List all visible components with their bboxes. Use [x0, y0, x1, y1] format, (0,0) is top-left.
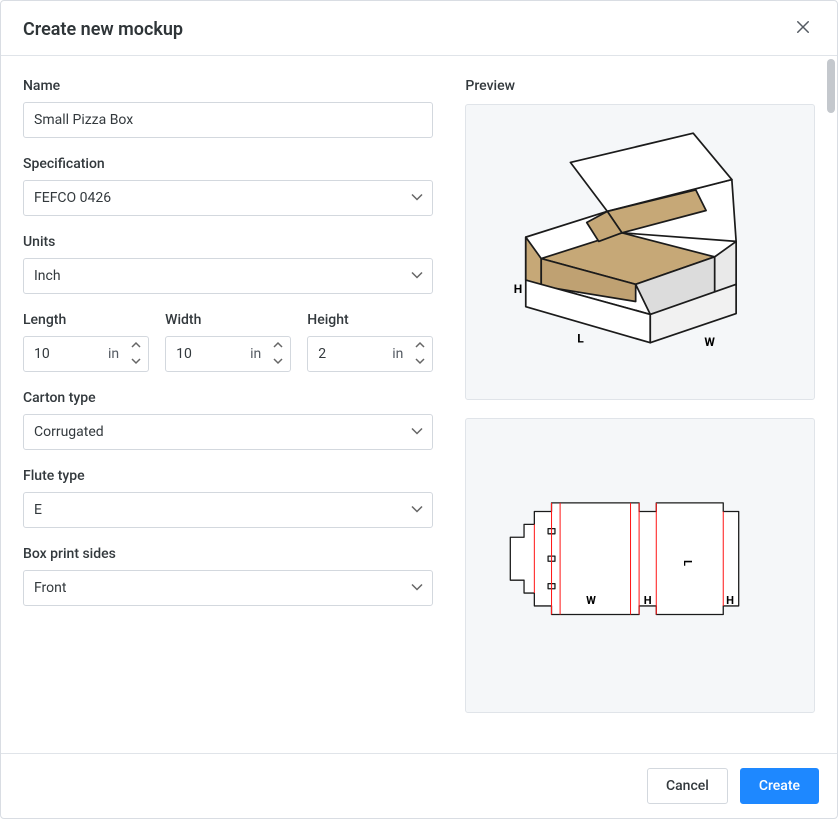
dimensions-row: Length in Width in [23, 312, 433, 372]
name-group: Name [23, 78, 433, 138]
length-step-down[interactable] [125, 354, 147, 370]
close-icon [794, 18, 812, 40]
scrollbar[interactable] [825, 56, 837, 753]
cancel-button[interactable]: Cancel [647, 768, 728, 804]
length-stepper [125, 338, 147, 370]
flute-type-value: E [34, 502, 42, 518]
width-step-down[interactable] [267, 354, 289, 370]
carton-type-group: Carton type Corrugated [23, 390, 433, 450]
flute-type-group: Flute type E [23, 468, 433, 528]
preview-dieline-box: W H L H [465, 418, 815, 714]
length-step-up[interactable] [125, 338, 147, 354]
preview-iso-box: H L W [465, 104, 815, 400]
flute-type-label: Flute type [23, 468, 433, 484]
box-dieline-icon: W H L H [500, 468, 780, 662]
height-stepper [409, 338, 431, 370]
units-value: Inch [34, 268, 61, 284]
specification-select[interactable]: FEFCO 0426 [23, 180, 433, 216]
print-sides-group: Box print sides Front [23, 546, 433, 606]
name-label: Name [23, 78, 433, 94]
dialog-header: Create new mockup [1, 1, 837, 56]
box-3d-icon: H L W [500, 120, 780, 384]
specification-group: Specification FEFCO 0426 [23, 156, 433, 216]
print-sides-label: Box print sides [23, 546, 433, 562]
caret-up-icon [131, 339, 141, 354]
length-group: Length in [23, 312, 149, 372]
create-button[interactable]: Create [740, 768, 819, 804]
carton-type-select[interactable]: Corrugated [23, 414, 433, 450]
height-group: Height in [307, 312, 433, 372]
caret-down-icon [273, 355, 283, 370]
units-label: Units [23, 234, 433, 250]
flat-l-label: L [681, 560, 694, 566]
flat-h2-label: H [726, 594, 734, 607]
print-sides-value: Front [34, 580, 66, 596]
name-input[interactable] [23, 102, 433, 138]
width-step-up[interactable] [267, 338, 289, 354]
height-label: Height [307, 312, 433, 328]
iso-h-label: H [514, 282, 522, 296]
dialog-title: Create new mockup [23, 19, 183, 40]
specification-value: FEFCO 0426 [34, 190, 111, 206]
height-step-up[interactable] [409, 338, 431, 354]
height-step-down[interactable] [409, 354, 431, 370]
width-stepper [267, 338, 289, 370]
dialog-footer: Cancel Create [1, 754, 837, 818]
iso-l-label: L [577, 331, 584, 345]
preview-label: Preview [465, 78, 815, 94]
close-button[interactable] [791, 17, 815, 41]
carton-type-label: Carton type [23, 390, 433, 406]
width-group: Width in [165, 312, 291, 372]
create-mockup-dialog: Create new mockup Name Specification FEF… [0, 0, 838, 819]
length-label: Length [23, 312, 149, 328]
dialog-body: Name Specification FEFCO 0426 Units [1, 56, 837, 754]
print-sides-select[interactable]: Front [23, 570, 433, 606]
iso-w-label: W [705, 335, 716, 349]
flute-type-select[interactable]: E [23, 492, 433, 528]
form-column: Name Specification FEFCO 0426 Units [23, 78, 433, 731]
units-group: Units Inch [23, 234, 433, 294]
specification-label: Specification [23, 156, 433, 172]
carton-type-value: Corrugated [34, 424, 104, 440]
preview-column: Preview [465, 78, 815, 731]
caret-up-icon [415, 339, 425, 354]
caret-down-icon [415, 355, 425, 370]
caret-down-icon [131, 355, 141, 370]
flat-w-label: W [586, 594, 596, 607]
width-label: Width [165, 312, 291, 328]
flat-h1-label: H [644, 594, 652, 607]
units-select[interactable]: Inch [23, 258, 433, 294]
caret-up-icon [273, 339, 283, 354]
